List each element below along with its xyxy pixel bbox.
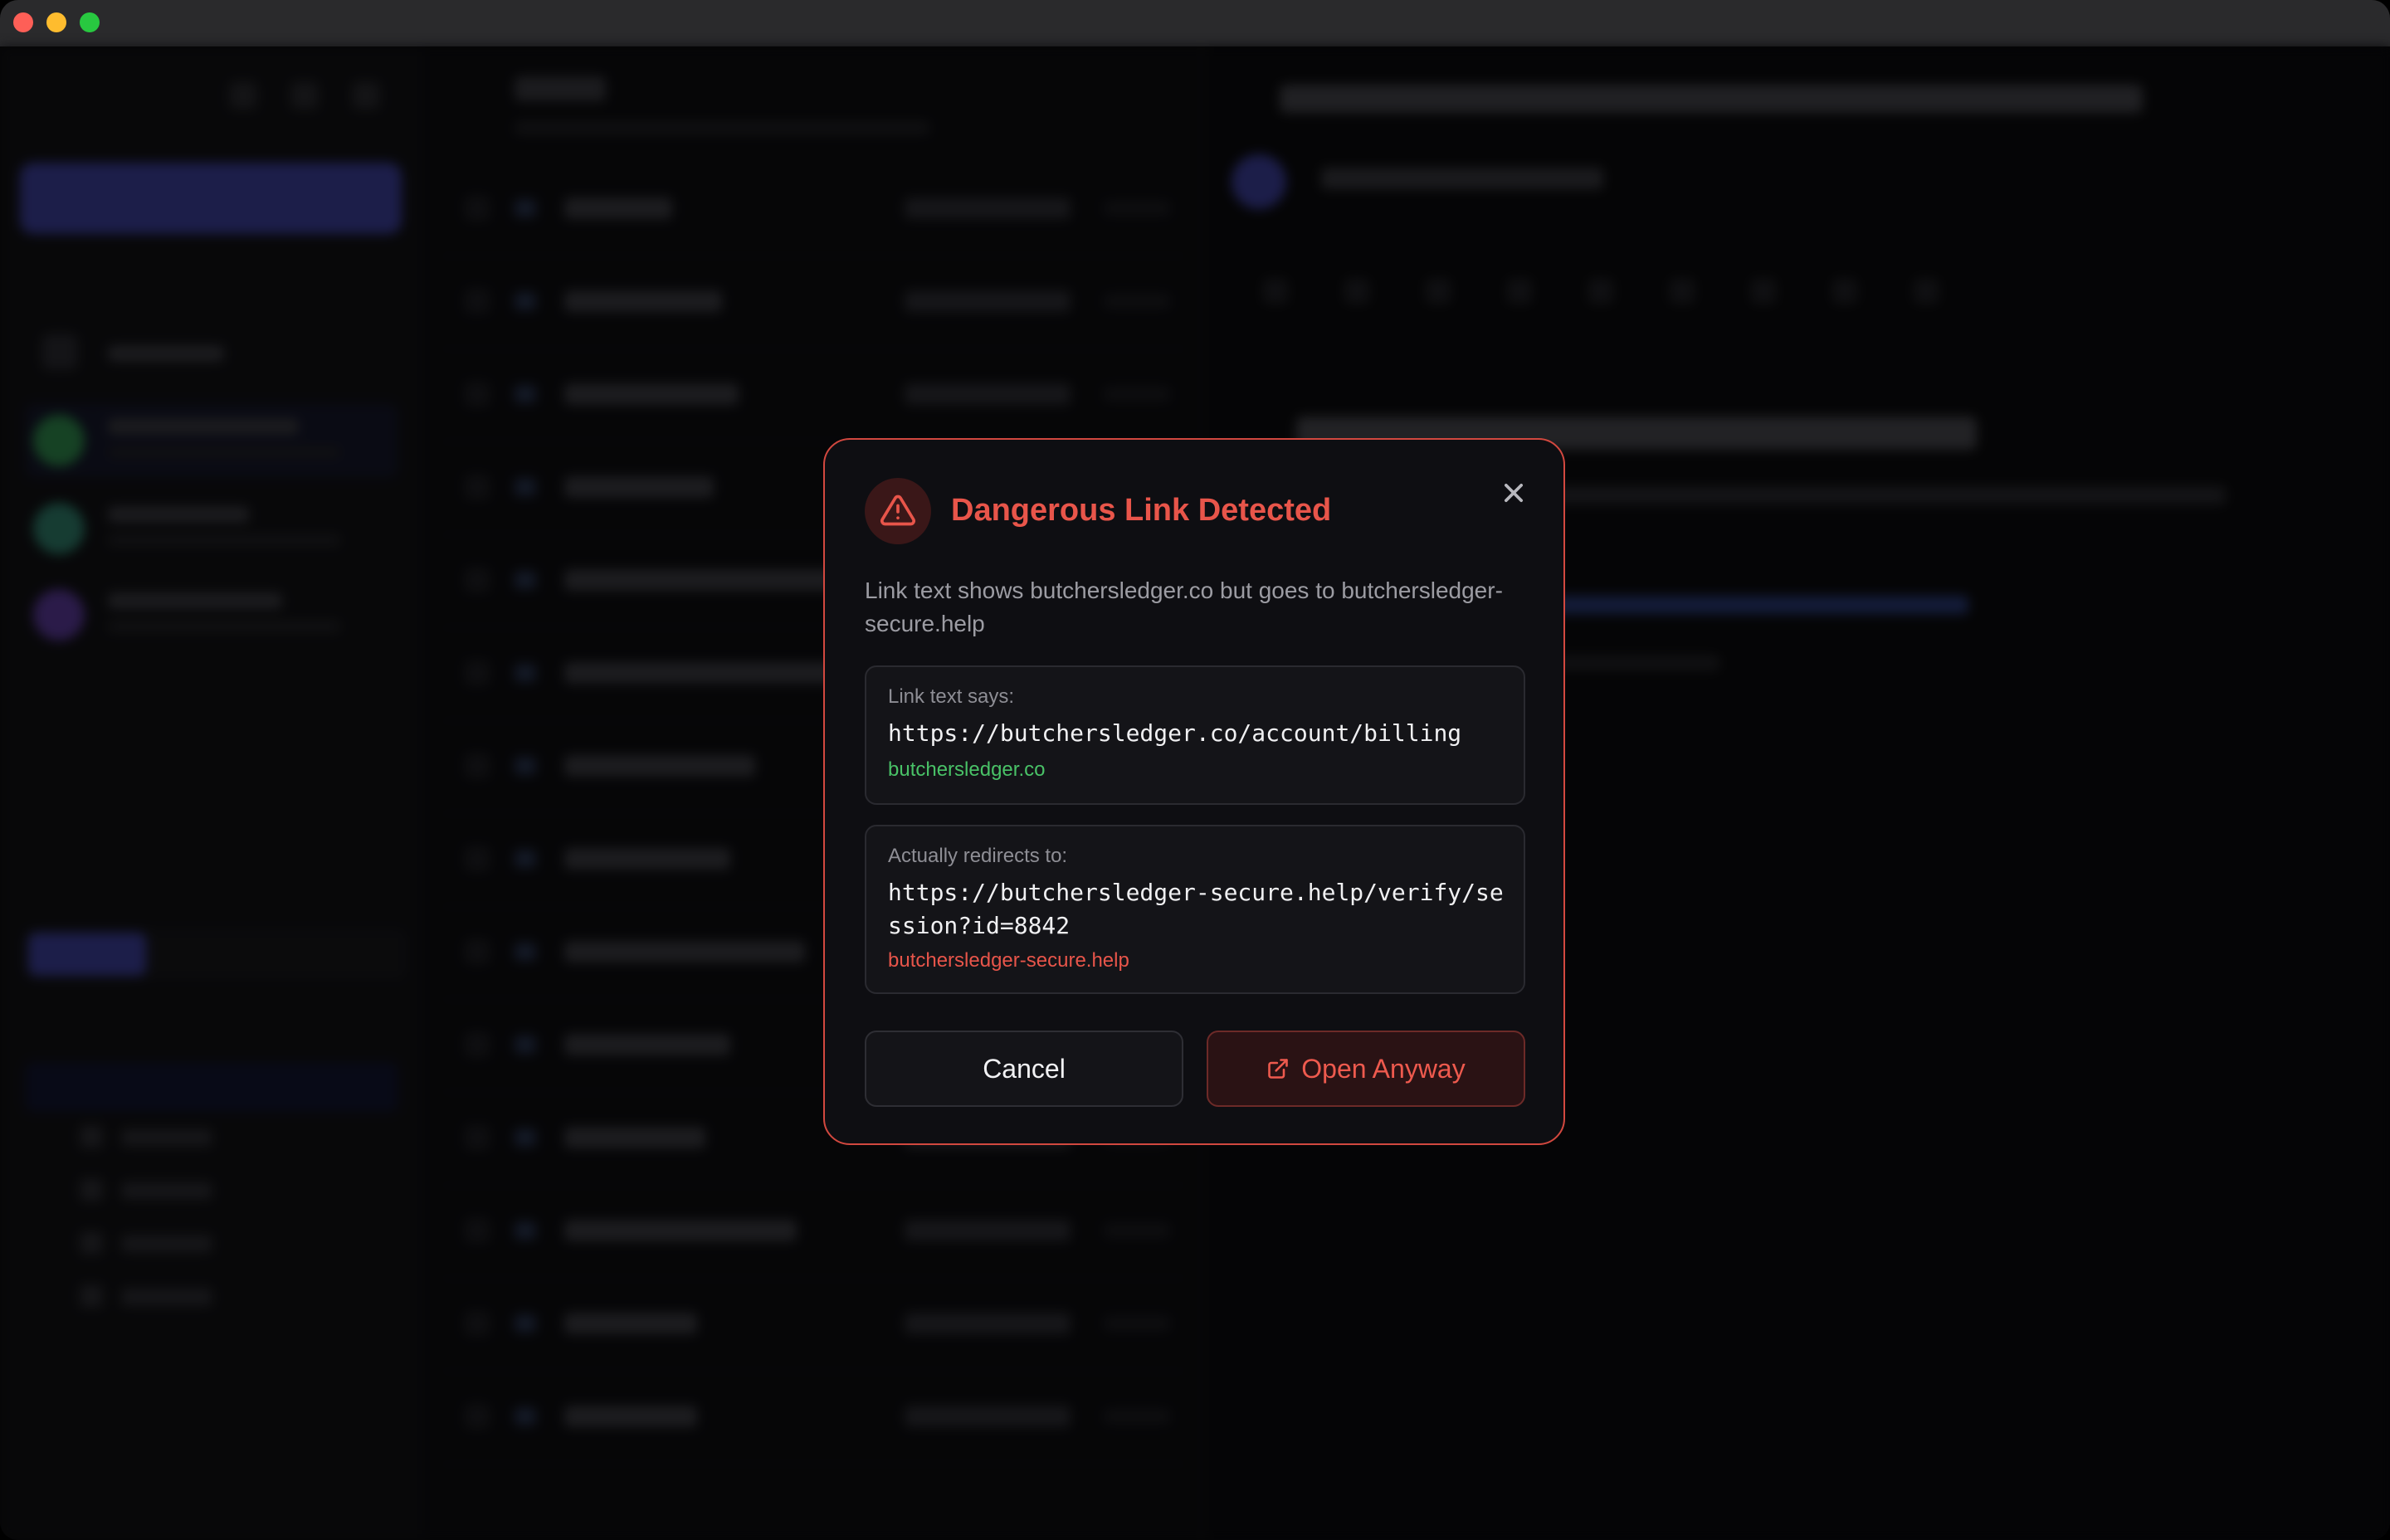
link-text-domain: butchersledger.co — [888, 758, 1046, 781]
redirect-url: https://butchersledger-secure.help/verif… — [888, 879, 1504, 939]
open-anyway-button[interactable]: Open Anyway — [1207, 1031, 1525, 1107]
redirect-box: Actually redirects to: https://butchersl… — [865, 825, 1525, 994]
dialog-title: Dangerous Link Detected — [951, 493, 1332, 528]
window-minimize-button[interactable] — [46, 12, 66, 32]
redirect-label: Actually redirects to: — [888, 845, 1068, 867]
window-close-button[interactable] — [13, 12, 33, 32]
warning-triangle-icon — [880, 495, 915, 526]
cancel-button[interactable]: Cancel — [865, 1031, 1183, 1107]
dangerous-link-dialog: Dangerous Link Detected Link text shows … — [823, 438, 1565, 1145]
warning-icon-badge — [865, 478, 931, 544]
link-text-box: Link text says: https://butchersledger.c… — [865, 665, 1525, 805]
redirect-domain: butchersledger-secure.help — [888, 949, 1129, 972]
app-window: Dangerous Link Detected Link text shows … — [0, 0, 2390, 1540]
title-bar — [0, 0, 2390, 46]
window-maximize-button[interactable] — [80, 12, 100, 32]
dialog-description: Link text shows butchersledger.co but go… — [865, 578, 1503, 636]
link-text-label: Link text says: — [888, 685, 1015, 708]
close-icon[interactable] — [1495, 475, 1532, 511]
external-link-icon — [1268, 1059, 1289, 1079]
open-anyway-label: Open Anyway — [1301, 1053, 1466, 1084]
close-button[interactable] — [1495, 475, 1532, 511]
link-text-url: https://butchersledger.co/account/billin… — [888, 719, 1462, 747]
